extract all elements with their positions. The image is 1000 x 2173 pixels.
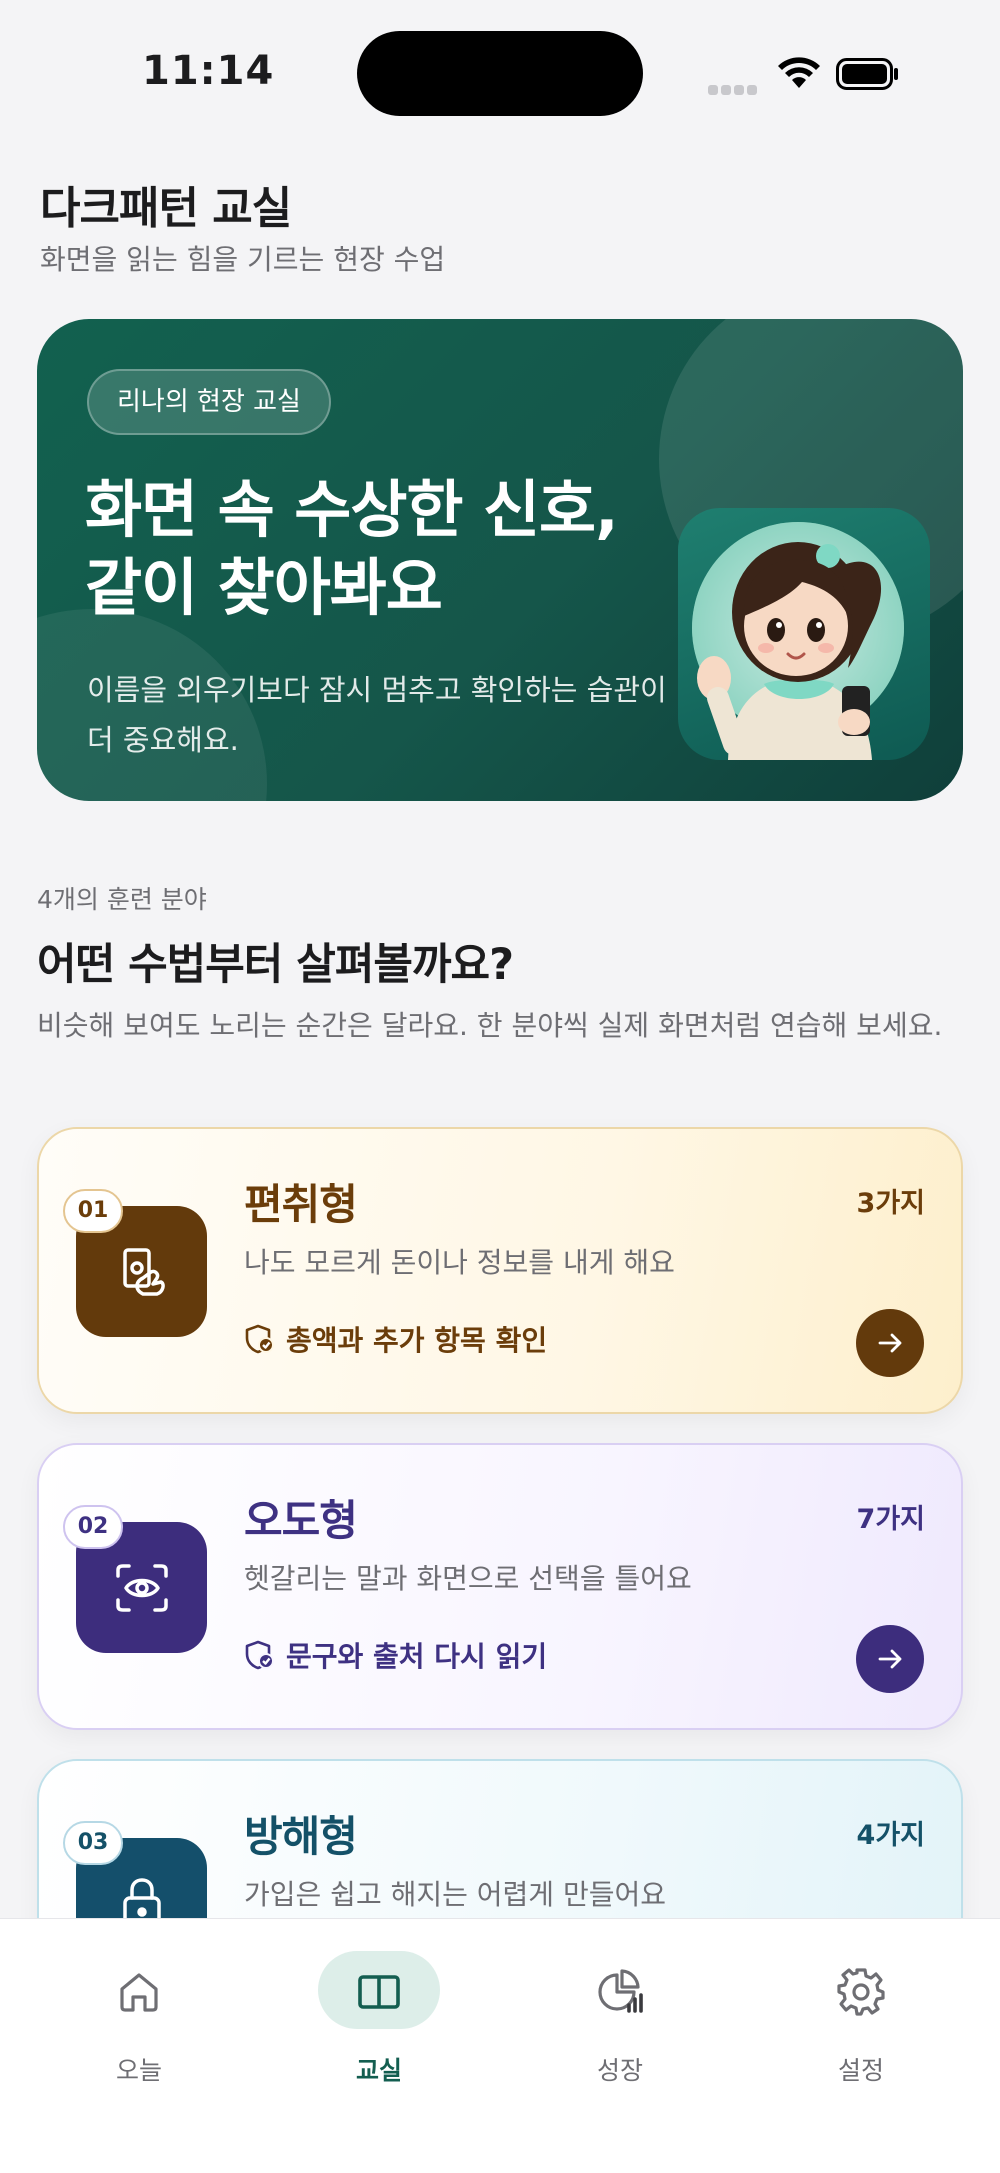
category-description: 가입은 쉽고 해지는 어렵게 만들어요 <box>244 1878 667 1911</box>
category-open-button[interactable] <box>856 1309 924 1377</box>
category-number: 01 <box>63 1189 123 1233</box>
category-tip: 문구와 출처 다시 읽기 <box>244 1635 547 1675</box>
category-number: 03 <box>63 1821 123 1865</box>
category-count: 3가지 <box>856 1188 925 1219</box>
book-open-icon <box>358 1975 400 2009</box>
hero-title-line: 같이 찾아봐요 <box>85 551 443 624</box>
category-card-fraud[interactable]: 01 편취형 3가지 나도 모르게 돈이나 정보를 내게 해요 총액과 추가 항… <box>37 1127 963 1414</box>
gear-icon <box>837 1968 885 2016</box>
tab-today[interactable]: 오늘 <box>64 1951 214 2085</box>
girl-character-illustration <box>692 522 904 760</box>
battery-icon <box>836 58 898 90</box>
hero-badge: 리나의 현장 교실 <box>87 369 331 435</box>
rina-character-avatar <box>678 508 930 760</box>
category-tip: 총액과 추가 항목 확인 <box>244 1319 547 1359</box>
section-description: 비슷해 보여도 노리는 순간은 달라요. 한 분야씩 실제 화면처럼 연습해 보… <box>37 1009 943 1042</box>
hero-description: 이름을 외우기보다 잠시 멈추고 확인하는 습관이 더 중요해요. <box>87 673 667 757</box>
page-subtitle: 화면을 읽는 힘을 기르는 현장 수업 <box>40 243 446 276</box>
status-bar: 11:14 <box>0 0 1000 140</box>
shield-check-icon <box>244 1323 276 1355</box>
tab-classroom[interactable]: 교실 <box>304 1951 454 2085</box>
page-title: 다크패턴 교실 <box>40 183 292 234</box>
tab-settings[interactable]: 설정 <box>786 1951 936 2085</box>
tab-label: 설정 <box>837 2056 884 2085</box>
category-count: 4가지 <box>856 1820 925 1851</box>
tab-growth[interactable]: 성장 <box>545 1951 695 2085</box>
category-name: 방해형 <box>244 1812 358 1861</box>
category-tip-text: 문구와 출처 다시 읽기 <box>286 1640 548 1673</box>
section-title: 어떤 수법부터 살펴볼까요? <box>37 940 514 990</box>
category-tip-text: 총액과 추가 항목 확인 <box>286 1324 548 1357</box>
category-description: 나도 모르게 돈이나 정보를 내게 해요 <box>244 1246 675 1279</box>
tab-label: 오늘 <box>115 2056 162 2085</box>
eye-scan-icon <box>116 1564 168 1612</box>
arrow-right-icon <box>878 1649 902 1669</box>
tab-label: 교실 <box>355 2056 402 2085</box>
chart-pie-icon <box>598 1969 643 2013</box>
tab-label: 성장 <box>596 2056 643 2085</box>
status-time: 11:14 <box>142 48 275 94</box>
status-icons <box>708 54 908 95</box>
category-open-button[interactable] <box>856 1625 924 1693</box>
category-number: 02 <box>63 1505 123 1549</box>
home-icon <box>120 1973 158 2012</box>
category-description: 헷갈리는 말과 화면으로 선택을 틀어요 <box>244 1562 692 1595</box>
dynamic-island <box>357 31 643 116</box>
section-eyebrow: 4개의 훈련 분야 <box>37 885 207 914</box>
bottom-tab-bar: 오늘 교실 성장 설정 <box>0 1918 1000 2173</box>
category-name: 편취형 <box>244 1180 358 1229</box>
category-card-mislead[interactable]: 02 오도형 7가지 헷갈리는 말과 화면으로 선택을 틀어요 문구와 출처 다… <box>37 1443 963 1730</box>
hero-title: 화면 속 수상한 신호, 같이 찾아봐요 <box>85 471 685 627</box>
hero-banner[interactable]: 리나의 현장 교실 화면 속 수상한 신호, 같이 찾아봐요 이름을 외우기보다… <box>37 319 963 801</box>
cellular-signal-icon <box>708 80 760 99</box>
wifi-icon <box>778 57 820 88</box>
category-name: 오도형 <box>244 1496 358 1545</box>
category-count: 7가지 <box>856 1504 925 1535</box>
arrow-right-icon <box>878 1333 902 1353</box>
shield-check-icon <box>244 1639 276 1671</box>
hand-money-icon <box>123 1248 165 1296</box>
hero-title-line: 화면 속 수상한 신호, <box>85 473 619 546</box>
